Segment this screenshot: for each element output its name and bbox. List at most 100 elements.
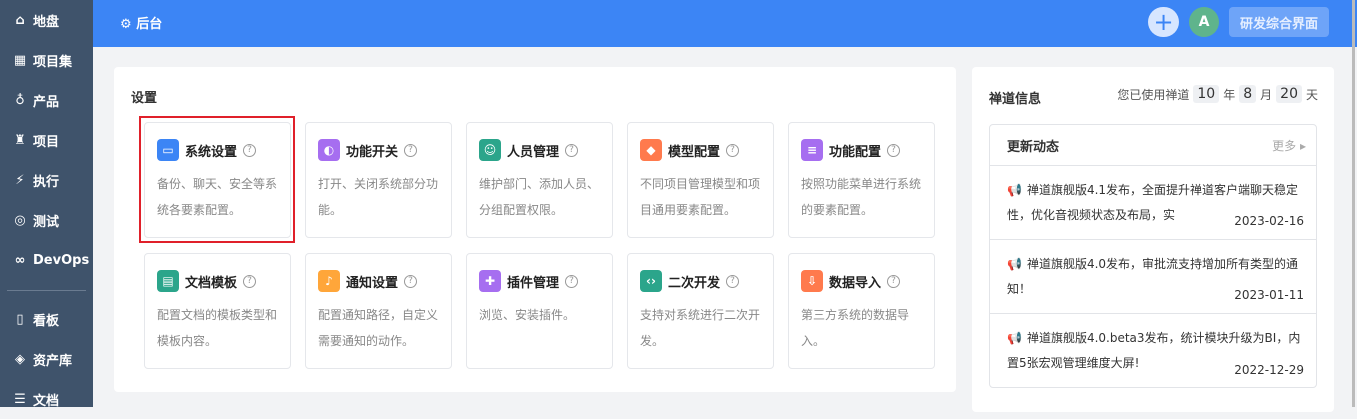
news-date: 2023-01-11	[1226, 285, 1304, 305]
sidebar-item-home[interactable]: ⌂ 地盘	[0, 0, 93, 40]
gear-icon: ⚙	[120, 17, 132, 32]
settings-card-desc: 按照功能菜单进行系统的要素配置。	[801, 177, 922, 217]
megaphone-icon: 📢	[1007, 183, 1022, 197]
admin-title[interactable]: ⚙ 后台	[120, 13, 162, 32]
megaphone-icon: 📢	[1007, 331, 1022, 345]
sidebar-item-label: 测试	[33, 214, 60, 230]
days-value: 20	[1276, 85, 1302, 103]
sidebar-item-label: 项目集	[33, 54, 73, 70]
run-icon: ⚡	[15, 172, 25, 188]
sidebar-item-doc[interactable]: ☰ 文档	[0, 379, 93, 419]
sidebar-item-label: 执行	[33, 174, 60, 190]
help-icon[interactable]: ?	[726, 143, 740, 157]
sidebar-item-rocket[interactable]: ♜ 项目	[0, 120, 93, 160]
help-icon[interactable]: ?	[887, 143, 901, 157]
settings-card-icon: ♪	[318, 270, 340, 292]
news-date: 2023-02-16	[1226, 211, 1304, 231]
highlight-box	[139, 116, 295, 243]
settings-card[interactable]: ♪ 通知设置? 配置通知路径，自定义需要通知的动作。	[305, 253, 452, 369]
sidebar-item-search[interactable]: ◎ 测试	[0, 200, 93, 240]
sidebar-item-label: 资产库	[33, 353, 73, 369]
settings-card-desc: 打开、关闭系统部分功能。	[318, 177, 439, 217]
grid-icon: ▦	[13, 52, 27, 68]
settings-card[interactable]: ⇩ 数据导入? 第三方系统的数据导入。	[788, 253, 935, 369]
help-icon[interactable]: ?	[565, 143, 579, 157]
more-link[interactable]: 更多 ▸	[1272, 137, 1306, 154]
news-item[interactable]: 📢 禅道旗舰版4.0.beta3发布，统计模块升级为BI，内置5张宏观管理维度大屏…	[990, 314, 1316, 388]
sidebar-item-diamond[interactable]: ◈ 资产库	[0, 339, 93, 379]
news-item[interactable]: 📢 禅道旗舰版4.0发布，审批流支持增加所有类型的通知！ 2023-01-11	[990, 240, 1316, 314]
settings-card[interactable]: ≡ 功能配置? 按照功能菜单进行系统的要素配置。	[788, 122, 935, 238]
settings-card-title: 插件管理	[507, 275, 560, 291]
sidebar-divider	[7, 290, 86, 291]
settings-card-desc: 支持对系统进行二次开发。	[640, 308, 761, 348]
usage-duration: 您已使用禅道 10 年 8月 20 天	[1117, 85, 1318, 103]
help-icon[interactable]: ?	[404, 274, 418, 288]
settings-card-title: 功能配置	[829, 144, 882, 160]
settings-card-desc: 维护部门、添加人员、分组配置权限。	[479, 177, 600, 217]
scrollbar[interactable]	[1352, 0, 1355, 407]
settings-card-icon: ≡	[801, 139, 823, 161]
help-icon[interactable]: ?	[887, 274, 901, 288]
sidebar-item-label: 看板	[33, 313, 60, 329]
settings-card-icon: ⇩	[801, 270, 823, 292]
infinity-icon: ∞	[14, 252, 26, 268]
sidebar-item-run[interactable]: ⚡ 执行	[0, 160, 93, 200]
sidebar-item-label: 项目	[33, 134, 60, 150]
help-icon[interactable]: ?	[404, 143, 418, 157]
sidebar-item-label: 产品	[33, 94, 60, 110]
settings-card[interactable]: ▤ 文档模板? 配置文档的模板类型和模板内容。	[144, 253, 291, 369]
settings-card-icon: ✚	[479, 270, 501, 292]
settings-card-title: 通知设置	[346, 275, 399, 291]
settings-card-icon: ☺	[479, 139, 501, 161]
settings-card-desc: 浏览、安装插件。	[479, 308, 576, 322]
bulb-icon: ♁	[15, 92, 25, 108]
news-title: 更新动态	[1007, 139, 1060, 155]
create-button[interactable]: +	[1148, 7, 1179, 37]
news-item[interactable]: 📢 禅道旗舰版4.1发布，全面提升禅道客户端聊天稳定性，优化音视频状态及布局，实 2…	[990, 166, 1316, 240]
settings-title: 设置	[131, 91, 158, 106]
help-icon[interactable]: ?	[565, 274, 579, 288]
settings-card[interactable]: ◐ 功能开关? 打开、关闭系统部分功能。	[305, 122, 452, 238]
settings-card-title: 文档模板	[185, 275, 238, 291]
settings-card[interactable]: ☺ 人员管理? 维护部门、添加人员、分组配置权限。	[466, 122, 613, 238]
settings-card-desc: 配置通知路径，自定义需要通知的动作。	[318, 308, 439, 348]
search-icon: ◎	[14, 212, 26, 228]
news-date: 2022-12-29	[1226, 360, 1304, 380]
plus-icon: +	[1153, 8, 1174, 36]
settings-card-desc: 配置文档的模板类型和模板内容。	[157, 308, 278, 348]
settings-card-icon: ◆	[640, 139, 662, 161]
mode-switch-button[interactable]: 研发综合界面	[1229, 7, 1329, 37]
rocket-icon: ♜	[14, 132, 26, 148]
settings-card[interactable]: ✚ 插件管理? 浏览、安装插件。	[466, 253, 613, 369]
news-box: 更新动态 更多 ▸ 📢 禅道旗舰版4.1发布，全面提升禅道客户端聊天稳定性，优化音视…	[989, 124, 1317, 388]
settings-card[interactable]: ◆ 模型配置? 不同项目管理模型和项目通用要素配置。	[627, 122, 774, 238]
avatar[interactable]: A	[1189, 7, 1219, 37]
sidebar-item-bulb[interactable]: ♁ 产品	[0, 80, 93, 120]
sidebar-item-label: DevOps	[33, 252, 90, 268]
settings-card-desc: 不同项目管理模型和项目通用要素配置。	[640, 177, 761, 217]
help-icon[interactable]: ?	[726, 274, 740, 288]
help-icon[interactable]: ?	[243, 274, 257, 288]
board-icon: ▯	[16, 311, 24, 327]
sidebar-item-label: 文档	[33, 393, 60, 409]
home-icon: ⌂	[15, 12, 25, 28]
info-title: 禅道信息	[989, 92, 1042, 107]
sidebar-item-label: 地盘	[33, 14, 60, 30]
settings-card-icon: ◐	[318, 139, 340, 161]
settings-card-title: 模型配置	[668, 144, 721, 160]
diamond-icon: ◈	[15, 351, 25, 367]
sidebar-item-infinity[interactable]: ∞ DevOps	[0, 240, 93, 280]
doc-icon: ☰	[14, 391, 26, 407]
settings-card-title: 二次开发	[668, 275, 721, 291]
settings-card-icon: ‹›	[640, 270, 662, 292]
years-value: 10	[1193, 85, 1220, 103]
settings-card-desc: 第三方系统的数据导入。	[801, 308, 910, 348]
megaphone-icon: 📢	[1007, 257, 1022, 271]
info-panel: 禅道信息 您已使用禅道 10 年 8月 20 天 更新动态 更多 ▸ 📢 禅道旗舰版4.…	[972, 67, 1334, 412]
sidebar-item-board[interactable]: ▯ 看板	[0, 299, 93, 339]
sidebar-item-grid[interactable]: ▦ 项目集	[0, 40, 93, 80]
settings-card[interactable]: ‹› 二次开发? 支持对系统进行二次开发。	[627, 253, 774, 369]
settings-card-title: 数据导入	[829, 275, 882, 291]
settings-card-icon: ▤	[157, 270, 179, 292]
